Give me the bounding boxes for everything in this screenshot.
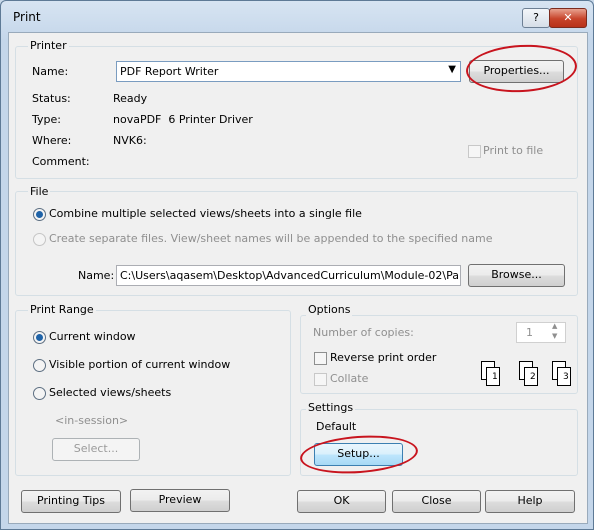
chevron-down-icon: ▼: [448, 64, 456, 75]
close-button[interactable]: Close: [392, 490, 481, 513]
page-icon: 1: [486, 367, 500, 386]
file-name-label: Name:: [78, 269, 115, 282]
file-name-input[interactable]: C:\Users\aqasem\Desktop\AdvancedCurricul…: [116, 265, 461, 286]
print-dialog: Print ? ✕ Printer Name: PDF Report Write…: [0, 0, 594, 530]
in-session-label: <in-session>: [55, 414, 129, 427]
close-title-button[interactable]: ✕: [549, 8, 587, 28]
selected-views-label: Selected views/sheets: [49, 386, 172, 399]
printer-name-value: PDF Report Writer: [120, 65, 219, 78]
printer-group-label: Printer: [28, 39, 69, 52]
page-number: 2: [530, 372, 536, 382]
combine-files-label: Combine multiple selected views/sheets i…: [49, 207, 362, 220]
settings-group-label: Settings: [306, 401, 356, 414]
combine-files-radio[interactable]: [33, 208, 46, 221]
copies-input[interactable]: 1: [516, 322, 566, 343]
reverse-order-checkbox[interactable]: [314, 352, 327, 365]
file-name-value: C:\Users\aqasem\Desktop\AdvancedCurricul…: [120, 269, 461, 282]
separate-files-label: Create separate files. View/sheet names …: [49, 232, 493, 245]
options-group-label: Options: [306, 303, 353, 316]
file-group-label: File: [28, 185, 51, 198]
where-value: NVK6:: [113, 134, 147, 147]
printer-name-label: Name:: [32, 65, 69, 78]
browse-button[interactable]: Browse...: [468, 264, 565, 287]
printer-name-dropdown[interactable]: PDF Report Writer ▼: [116, 61, 461, 82]
print-range-group-label: Print Range: [28, 303, 96, 316]
visible-portion-radio[interactable]: [33, 359, 46, 372]
reverse-order-label: Reverse print order: [330, 351, 437, 364]
copies-down-icon[interactable]: ▼: [552, 332, 557, 340]
where-label: Where:: [32, 134, 72, 147]
current-window-radio[interactable]: [33, 331, 46, 344]
select-button[interactable]: Select...: [52, 438, 140, 461]
help-title-button[interactable]: ?: [522, 8, 550, 28]
status-label: Status:: [32, 92, 71, 105]
ok-button[interactable]: OK: [297, 490, 386, 513]
print-to-file-checkbox[interactable]: [468, 145, 481, 158]
selected-views-radio[interactable]: [33, 387, 46, 400]
type-value: novaPDF 6 Printer Driver: [113, 113, 253, 126]
current-window-label: Current window: [49, 330, 136, 343]
page-icon: 3: [557, 367, 571, 386]
settings-value: Default: [316, 420, 357, 433]
status-value: Ready: [113, 92, 148, 105]
copies-up-icon[interactable]: ▲: [552, 322, 557, 330]
collate-label: Collate: [330, 372, 369, 385]
preview-button[interactable]: Preview: [130, 489, 230, 512]
page-number: 3: [563, 372, 569, 382]
collate-checkbox[interactable]: [314, 373, 327, 386]
page-number: 1: [492, 372, 498, 382]
printing-tips-button[interactable]: Printing Tips: [21, 490, 121, 513]
comment-label: Comment:: [32, 155, 90, 168]
window-title: Print: [13, 10, 41, 24]
copies-value: 1: [526, 326, 533, 339]
copies-label: Number of copies:: [313, 326, 414, 339]
separate-files-radio[interactable]: [33, 233, 46, 246]
help-button[interactable]: Help: [485, 490, 575, 513]
page-icon: 2: [524, 367, 538, 386]
type-label: Type:: [32, 113, 61, 126]
visible-portion-label: Visible portion of current window: [49, 358, 231, 371]
print-to-file-label: Print to file: [483, 144, 544, 157]
